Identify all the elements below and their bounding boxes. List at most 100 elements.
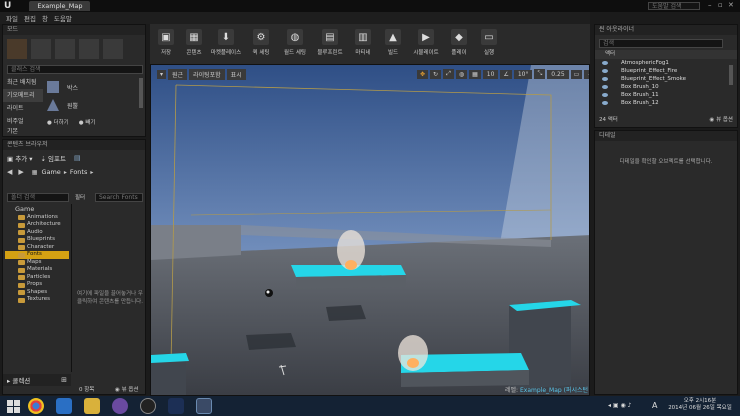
path-fonts[interactable]: Fonts [70, 168, 88, 176]
add-button[interactable]: ▣ 추가 ▾ [7, 153, 33, 163]
forward-icon[interactable]: ▶ [18, 168, 23, 176]
modes-scrollbar[interactable] [139, 78, 143, 108]
close-button[interactable]: ✕ [728, 1, 734, 9]
quick-settings-button[interactable]: ⚙ 퀵 세팅 [246, 25, 276, 63]
content-view-options[interactable]: ◉ 뷰 옵션 [115, 385, 139, 393]
grid-size-value[interactable]: 10 [482, 69, 499, 79]
app-icon[interactable] [140, 398, 156, 414]
folder-architecture[interactable]: Architecture [5, 221, 69, 229]
folder-shapes[interactable]: Shapes [5, 289, 69, 297]
scale-icon[interactable]: ⤢ [443, 69, 454, 79]
folder-blueprints[interactable]: Blueprints [5, 236, 69, 244]
save-button[interactable]: ▣ 저장 [154, 25, 178, 63]
show-button[interactable]: 표시 [226, 69, 246, 80]
perspective-button[interactable]: 원근 [168, 69, 188, 80]
content-button[interactable]: ▦ 콘텐츠 [182, 25, 206, 63]
world-settings-button[interactable]: ◍ 월드 세팅 [280, 25, 310, 63]
level-viewport[interactable]: ▾ 원근 라이팅포함 표시 ✥ ↻ ⤢ ◍ ▦ 10 ∠ 10° ⤡ 0.25 … [150, 64, 590, 396]
category-lights[interactable]: 라이트 [3, 102, 43, 115]
menu-window[interactable]: 창 [42, 13, 48, 23]
folder-animations[interactable]: Animations [5, 214, 69, 222]
marketplace-button[interactable]: ⬇ 마켓플레이스 [210, 25, 242, 63]
radio-add[interactable]: ● 더하기 [47, 118, 69, 126]
menu-help[interactable]: 도움말 [54, 13, 72, 23]
category-visual[interactable]: 비주얼 [3, 115, 43, 128]
unreal-launcher-icon[interactable] [168, 398, 184, 414]
collections-label[interactable]: ▸ 콜렉션 [7, 375, 30, 385]
play-button[interactable]: ◆ 플레이 [446, 25, 472, 63]
radio-subtract[interactable]: ● 빼기 [79, 118, 96, 126]
translate-icon[interactable]: ✥ [417, 69, 429, 79]
folder-particles[interactable]: Particles [5, 274, 69, 282]
grid-snap-icon[interactable]: ▦ [469, 69, 481, 79]
unreal-editor-icon[interactable] [196, 398, 212, 414]
outliner-item[interactable]: Box Brush_12 [595, 99, 737, 107]
world-local-icon[interactable]: ◍ [455, 69, 468, 79]
blueprint-button[interactable]: ▤ 블루프린트 [314, 25, 346, 63]
item-box[interactable]: 박스 [47, 78, 137, 96]
menu-file[interactable]: 파일 [6, 13, 18, 23]
rotation-snap-icon[interactable]: ∠ [500, 69, 512, 79]
folder-character[interactable]: Character [5, 244, 69, 252]
outliner-item[interactable]: Blueprint_Effect_Smoke [595, 75, 737, 83]
class-search-input[interactable]: 클래스 검색 [7, 65, 143, 74]
category-recent[interactable]: 최근 배치됨 [3, 76, 43, 89]
folder-audio[interactable]: Audio [5, 229, 69, 237]
simulate-button[interactable]: ▶ 시뮬레이트 [410, 25, 442, 63]
item-cone[interactable]: 원뿔 [47, 96, 137, 114]
help-search-input[interactable]: 도움말 검색 [648, 2, 700, 10]
import-button[interactable]: ⇣ 임포트 [41, 153, 66, 163]
matinee-button[interactable]: ▥ 마티네 [350, 25, 376, 63]
asset-search-input[interactable]: Search Fonts [95, 193, 143, 202]
category-basic[interactable]: 기본 [3, 128, 43, 136]
chrome-icon[interactable] [28, 398, 44, 414]
level-tab[interactable]: Example_Map [29, 1, 91, 11]
launch-button[interactable]: ▭ 실행 [476, 25, 502, 63]
tree-root-game[interactable]: Game [5, 205, 69, 214]
save-all-icon[interactable]: ▤ [74, 154, 81, 162]
scale-snap-icon[interactable]: ⤡ [534, 69, 546, 79]
media-icon[interactable] [112, 398, 128, 414]
rotate-icon[interactable]: ↻ [430, 69, 442, 79]
start-button[interactable] [4, 397, 22, 415]
path-game[interactable]: Game [41, 168, 60, 176]
landscape-mode-icon[interactable] [55, 39, 75, 59]
place-mode-icon[interactable] [7, 39, 27, 59]
add-collection-icon[interactable]: ⊞ [61, 376, 67, 384]
camera-speed-value[interactable]: 4 [584, 69, 589, 79]
lit-button[interactable]: 라이팅포함 [189, 69, 225, 80]
clock[interactable]: 오후 2시16분 2014년 06월 26일 목요일 [664, 398, 736, 412]
folder-textures[interactable]: Textures [5, 296, 69, 304]
outliner-item[interactable]: AtmosphericFog1 [595, 59, 737, 67]
outliner-item[interactable]: Box Brush_10 [595, 83, 737, 91]
viewport-menu-button[interactable]: ▾ [157, 70, 167, 79]
folder-props[interactable]: Props [5, 281, 69, 289]
folder-maps[interactable]: Maps [5, 259, 69, 267]
maximize-button[interactable]: ▫ [718, 1, 723, 9]
rotation-snap-value[interactable]: 10° [513, 69, 533, 79]
outliner-item[interactable]: Blueprint_Effect_Fire [595, 67, 737, 75]
outliner-scrollbar[interactable] [729, 65, 733, 85]
paint-mode-icon[interactable] [31, 39, 51, 59]
outliner-search-input[interactable]: 검색 [599, 39, 723, 48]
folder-fonts[interactable]: Fonts [5, 251, 69, 259]
folder-materials[interactable]: Materials [5, 266, 69, 274]
build-button[interactable]: ▲ 빌드 [380, 25, 406, 63]
outliner-view-options[interactable]: ◉ 뷰 옵션 [710, 115, 734, 123]
camera-speed-icon[interactable]: ▭ [570, 69, 583, 79]
ie-icon[interactable] [56, 398, 72, 414]
menu-edit[interactable]: 편집 [24, 13, 36, 23]
tray-icons[interactable]: ◂ ▣ ◉ ♪ [608, 402, 631, 409]
scale-snap-value[interactable]: 0.25 [547, 69, 569, 79]
folder-search-input[interactable]: 폴더 검색 [7, 193, 69, 202]
geometry-mode-icon[interactable] [103, 39, 123, 59]
outliner-item[interactable]: Box Brush_11 [595, 91, 737, 99]
explorer-icon[interactable] [84, 398, 100, 414]
minimize-button[interactable]: – [708, 1, 712, 9]
input-language[interactable]: A [652, 401, 657, 410]
back-icon[interactable]: ◀ [7, 168, 12, 176]
category-geometry[interactable]: 기오메트리 [3, 89, 43, 102]
filter-button[interactable]: 필터 [75, 193, 85, 201]
foliage-mode-icon[interactable] [79, 39, 99, 59]
outliner-column-header[interactable]: 액터 [595, 50, 737, 59]
